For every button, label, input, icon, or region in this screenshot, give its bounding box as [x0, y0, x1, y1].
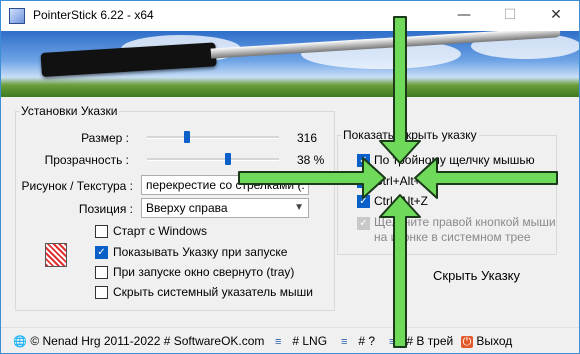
transparency-slider-thumb[interactable] — [225, 153, 231, 165]
position-select[interactable]: Вверху справа ▼ — [141, 198, 309, 218]
texture-select-value: перекрестие со стрелками (. — [146, 178, 305, 192]
start-with-windows-label[interactable]: Старт с Windows — [113, 224, 207, 238]
hide-system-cursor-checkbox[interactable] — [95, 286, 108, 299]
chevron-down-icon: ▼ — [294, 202, 304, 213]
menu-icon: ≡ — [275, 336, 282, 348]
app-icon — [9, 8, 25, 24]
to-tray-button[interactable]: ≡ # В трей — [389, 334, 453, 348]
title-bar[interactable]: PointerStick 6.22 - x64 — ☐ ✕ — [1, 1, 579, 31]
triple-click-label[interactable]: По тройному щелчку мышью — [374, 153, 535, 167]
texture-select[interactable]: перекрестие со стрелками (. ▼ — [141, 175, 309, 195]
copyright-link[interactable]: 🌐 © Nenad Hrg 2011-2022 # SoftwareOK.com — [13, 334, 264, 348]
transparency-label: Прозрачность : — [44, 153, 129, 167]
transparency-value: 38 % — [297, 153, 325, 167]
status-bar: 🌐 © Nenad Hrg 2011-2022 # SoftwareOK.com… — [1, 327, 579, 353]
texture-label: Рисунок / Текстура : — [21, 179, 134, 193]
app-window: PointerStick 6.22 - x64 — ☐ ✕ Установки … — [0, 0, 580, 354]
close-button[interactable]: ✕ — [533, 1, 579, 31]
size-slider[interactable] — [147, 136, 279, 139]
tray-right-click-checkbox: ✓ — [357, 217, 370, 230]
settings-group-title: Установки Указки — [19, 104, 120, 118]
position-label: Позиция : — [78, 202, 133, 216]
help-menu[interactable]: ≡ # ? — [341, 334, 375, 348]
size-label: Размер : — [81, 131, 129, 145]
size-value: 316 — [297, 131, 318, 145]
show-pointer-on-start-checkbox[interactable]: ✓ — [95, 246, 108, 259]
menu-icon: ≡ — [341, 336, 348, 348]
start-minimized-checkbox[interactable] — [95, 266, 108, 279]
hide-system-cursor-label[interactable]: Скрыть системный указатель мыши — [113, 285, 313, 299]
start-minimized-label[interactable]: При запуске окно свернуто (tray) — [113, 265, 294, 279]
show-pointer-on-start-label[interactable]: Показывать Указку при запуске — [113, 245, 287, 259]
tray-right-click-label: Щелкните правой кнопкой мыши на иконке в… — [374, 215, 556, 244]
ctrl-alt-y-label[interactable]: Ctrl+Alt+Y — [374, 174, 429, 188]
header-banner-image — [1, 31, 579, 97]
power-exit-icon: ⏻ — [461, 336, 473, 348]
ctrl-alt-z-label[interactable]: Ctrl+Alt+Z — [374, 194, 428, 208]
globe-icon: 🌐 — [13, 336, 27, 348]
minimize-button[interactable]: — — [441, 1, 487, 31]
size-slider-thumb[interactable] — [184, 131, 190, 143]
position-select-value: Вверху справа — [146, 201, 228, 215]
chevron-down-icon: ▼ — [294, 179, 304, 190]
window-title: PointerStick 6.22 - x64 — [33, 8, 154, 22]
ctrl-alt-z-checkbox[interactable]: ✓ — [357, 195, 370, 208]
exit-button[interactable]: ⏻ Выход — [461, 334, 512, 348]
transparency-slider[interactable] — [147, 158, 279, 161]
maximize-button[interactable]: ☐ — [487, 1, 533, 31]
menu-icon: ≡ — [389, 336, 396, 348]
ctrl-alt-y-checkbox[interactable]: ✓ — [357, 175, 370, 188]
softwareok-logo-icon — [45, 243, 67, 267]
language-menu[interactable]: ≡ # LNG — [275, 334, 327, 348]
toggle-group-title: Показать/Скрыть указку — [341, 128, 479, 142]
start-with-windows-checkbox[interactable] — [95, 225, 108, 238]
hide-pointer-button[interactable]: Скрыть Указку — [433, 268, 520, 283]
triple-click-checkbox[interactable]: ✓ — [357, 154, 370, 167]
